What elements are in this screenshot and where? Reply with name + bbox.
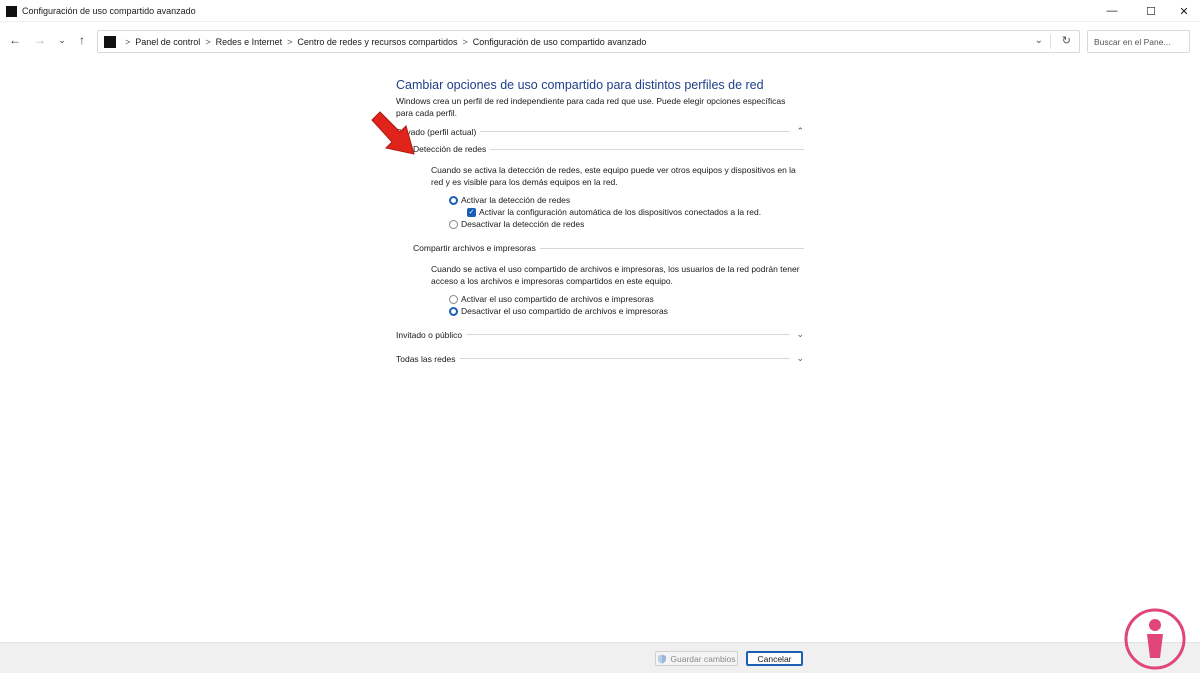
option-label: Activar la configuración automática de l… xyxy=(479,207,762,217)
refresh-icon[interactable]: ↻ xyxy=(1062,34,1071,47)
network-discovery-on-option[interactable]: Activar la detección de redes xyxy=(449,195,570,205)
section-divider xyxy=(459,358,790,359)
option-label: Activar el uso compartido de archivos e … xyxy=(461,294,654,304)
maximize-button[interactable]: ☐ xyxy=(1133,0,1169,22)
control-panel-icon xyxy=(104,36,116,48)
auto-config-option[interactable]: ✓ Activar la configuración automática de… xyxy=(467,207,761,217)
intro-text: Windows crea un perfil de red independie… xyxy=(396,96,786,118)
cancel-label: Cancelar xyxy=(757,653,792,664)
breadcrumb-item[interactable]: Centro de redes y recursos compartidos xyxy=(297,37,457,47)
chevron-right-icon: > xyxy=(125,37,131,47)
minimize-button[interactable]: — xyxy=(1094,0,1130,22)
address-bar[interactable]: > Panel de control > Redes e Internet > … xyxy=(97,30,1080,53)
page-title: Cambiar opciones de uso compartido para … xyxy=(396,78,764,92)
file-sharing-off-option[interactable]: Desactivar el uso compartido de archivos… xyxy=(449,306,668,316)
close-button[interactable]: ✕ xyxy=(1166,0,1200,22)
private-profile-header[interactable]: Privado (perfil actual) ⌃ xyxy=(396,126,804,137)
app-icon xyxy=(6,6,17,17)
recent-locations-chevron-icon[interactable]: ⌄ xyxy=(52,30,72,50)
section-divider xyxy=(480,131,790,132)
guest-profile-label: Invitado o público xyxy=(396,329,463,340)
file-sharing-description: Cuando se activa el uso compartido de ar… xyxy=(431,264,800,286)
forward-arrow-icon[interactable]: → xyxy=(30,30,50,50)
section-divider xyxy=(539,247,804,249)
file-sharing-header: Compartir archivos e impresoras xyxy=(413,243,804,253)
shield-icon xyxy=(658,654,667,663)
chevron-up-icon[interactable]: ⌃ xyxy=(790,126,804,137)
back-arrow-icon[interactable]: ← xyxy=(5,30,25,50)
save-changes-button[interactable]: Guardar cambios xyxy=(655,651,738,666)
network-discovery-description: Cuando se activa la detección de redes, … xyxy=(431,165,796,187)
file-sharing-label: Compartir archivos e impresoras xyxy=(413,243,536,253)
checkbox-checked-icon[interactable]: ✓ xyxy=(467,207,476,217)
navigation-bar: ← → ⌄ ↑ > Panel de control > Redes e Int… xyxy=(0,26,1200,56)
cancel-button[interactable]: Cancelar xyxy=(746,651,803,666)
up-arrow-icon[interactable]: ↑ xyxy=(72,30,92,50)
breadcrumb: > Panel de control > Redes e Internet > … xyxy=(120,37,646,47)
breadcrumb-item[interactable]: Panel de control xyxy=(135,37,200,47)
title-bar: Configuración de uso compartido avanzado… xyxy=(0,0,1200,22)
chevron-right-icon: > xyxy=(287,37,293,47)
option-label: Activar la detección de redes xyxy=(461,195,571,205)
section-divider xyxy=(466,334,790,335)
guest-profile-header[interactable]: Invitado o público ⌄ xyxy=(396,329,804,340)
all-networks-label: Todas las redes xyxy=(396,353,456,364)
network-discovery-header: Detección de redes xyxy=(413,144,804,154)
save-changes-label: Guardar cambios xyxy=(670,653,736,664)
radio-unselected[interactable] xyxy=(449,219,458,229)
option-label: Desactivar el uso compartido de archivos… xyxy=(461,306,668,316)
breadcrumb-item[interactable]: Configuración de uso compartido avanzado xyxy=(473,37,647,47)
network-discovery-off-option[interactable]: Desactivar la detección de redes xyxy=(449,219,584,229)
red-arrow-annotation xyxy=(371,111,415,155)
address-divider xyxy=(1050,34,1051,49)
footer-bar: Guardar cambios Cancelar xyxy=(0,642,1200,673)
watermark-logo xyxy=(1124,608,1186,670)
network-discovery-label: Detección de redes xyxy=(413,144,487,154)
radio-unselected[interactable] xyxy=(449,294,458,304)
radio-selected[interactable] xyxy=(449,195,458,205)
breadcrumb-item[interactable]: Redes e Internet xyxy=(216,37,283,47)
chevron-down-icon[interactable]: ⌄ xyxy=(790,329,804,340)
file-sharing-on-option[interactable]: Activar el uso compartido de archivos e … xyxy=(449,294,654,304)
section-divider xyxy=(490,148,804,150)
search-input[interactable]: Buscar en el Pane... xyxy=(1087,30,1190,53)
option-label: Desactivar la detección de redes xyxy=(461,219,585,229)
address-dropdown-icon[interactable]: ⌄ xyxy=(1035,35,1043,46)
chevron-down-icon[interactable]: ⌄ xyxy=(790,353,804,364)
window-title: Configuración de uso compartido avanzado xyxy=(22,6,196,16)
radio-selected[interactable] xyxy=(449,306,458,316)
chevron-right-icon: > xyxy=(205,37,211,47)
all-networks-header[interactable]: Todas las redes ⌄ xyxy=(396,353,804,364)
chevron-right-icon: > xyxy=(462,37,468,47)
